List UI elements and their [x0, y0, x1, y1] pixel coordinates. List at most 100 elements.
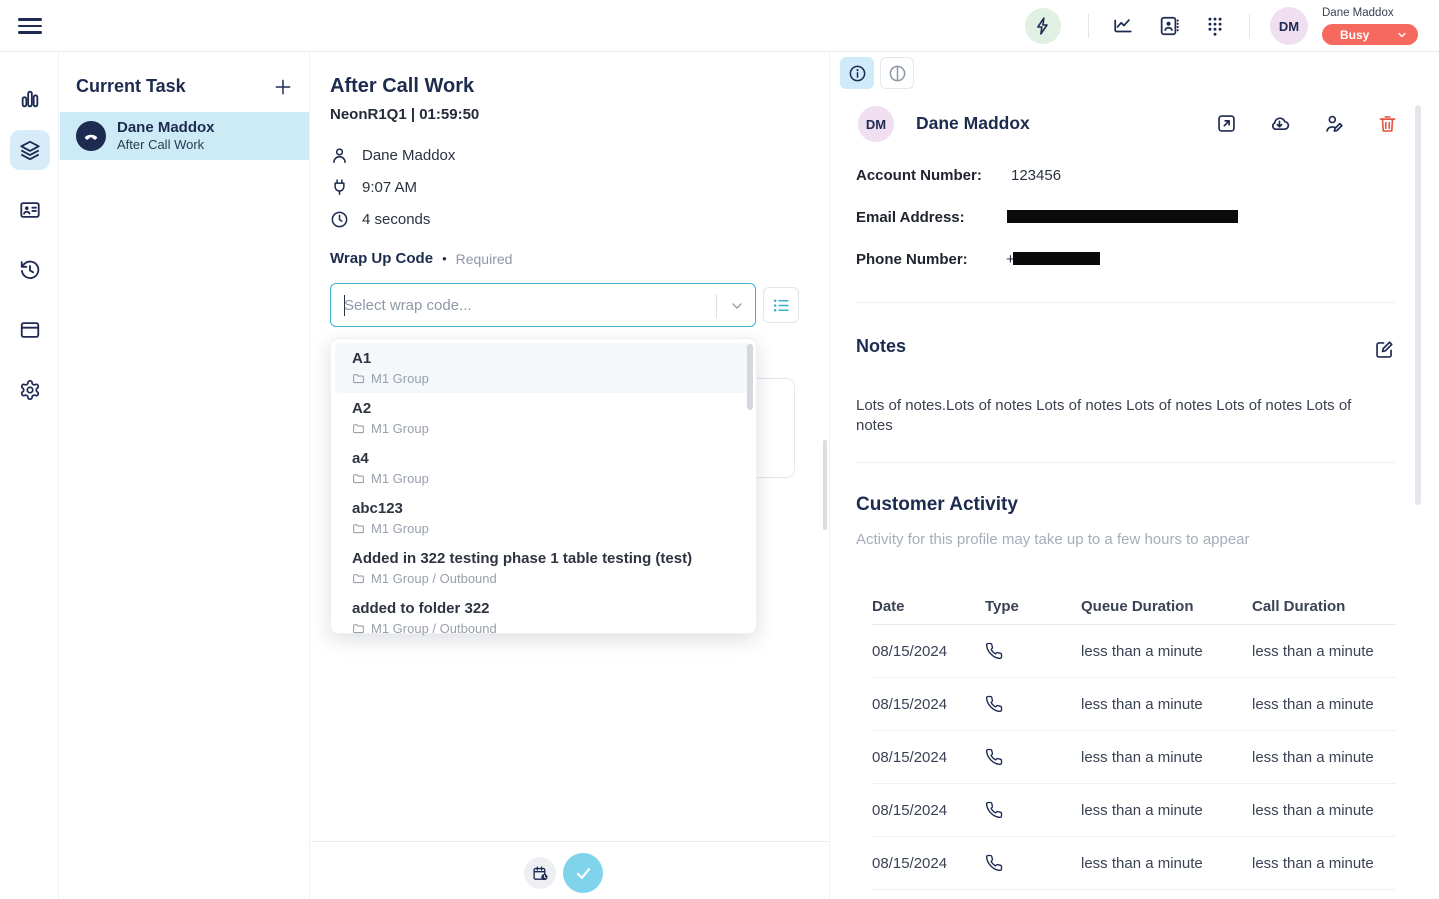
wrap-code-option[interactable]: Added in 322 testing phase 1 table testi…	[335, 543, 752, 593]
wrap-code-option[interactable]: A1 M1 Group	[335, 343, 752, 393]
task-detail-scrollbar[interactable]	[823, 440, 827, 530]
hamburger-menu-icon[interactable]	[18, 14, 42, 38]
option-group: M1 Group	[371, 421, 429, 436]
nav-contacts[interactable]	[10, 190, 50, 230]
chevron-down-icon[interactable]	[729, 298, 745, 314]
option-group: M1 Group	[371, 521, 429, 536]
activity-table-row[interactable]: 08/15/2024 less than a minute less than …	[872, 784, 1396, 837]
clock-icon	[330, 210, 349, 229]
activity-table-row[interactable]: 08/15/2024 less than a minute less than …	[872, 837, 1396, 890]
phone-icon	[985, 748, 1003, 766]
footer-divider	[311, 841, 829, 842]
option-code: added to folder 322	[352, 599, 735, 618]
topbar-divider	[1249, 14, 1250, 38]
wrap-code-select[interactable]	[330, 283, 756, 327]
column-date: Date	[872, 598, 985, 615]
customer-activity-subtitle: Activity for this profile may take up to…	[856, 531, 1250, 548]
user-avatar[interactable]: DM	[1270, 7, 1308, 45]
cell-date: 08/15/2024	[872, 696, 985, 713]
dropdown-scrollbar[interactable]	[747, 344, 753, 410]
cell-call-duration: less than a minute	[1252, 802, 1396, 819]
activity-table-row[interactable]: 08/15/2024 less than a minute less than …	[872, 625, 1396, 678]
tab-profile-info[interactable]	[840, 57, 874, 89]
profile-name: Dane Maddox	[916, 113, 1030, 134]
wrap-up-code-label: Wrap Up Code	[330, 250, 433, 267]
current-task-title: Current Task	[76, 76, 186, 97]
option-code: a4	[352, 449, 735, 468]
nav-browser[interactable]	[10, 310, 50, 350]
contact-book-icon[interactable]	[1158, 15, 1180, 37]
cell-date: 08/15/2024	[872, 643, 985, 660]
activity-table-row[interactable]: 08/15/2024 less than a minute less than …	[872, 731, 1396, 784]
task-contact-name: Dane Maddox	[117, 119, 215, 136]
folder-icon	[352, 522, 365, 535]
task-avatar	[76, 121, 106, 151]
edit-note-icon[interactable]	[1374, 339, 1395, 360]
browse-wrap-codes-button[interactable]	[763, 287, 799, 323]
nav-settings[interactable]	[10, 370, 50, 410]
account-number-label: Account Number:	[856, 167, 982, 184]
cell-queue-duration: less than a minute	[1081, 855, 1252, 872]
task-detail-panel: After Call Work NeonR1Q1 | 01:59:50 Dane…	[311, 53, 830, 899]
tab-split-view[interactable]	[880, 57, 914, 89]
schedule-callback-button[interactable]	[524, 857, 556, 889]
phone-hangup-icon	[82, 127, 100, 145]
wrap-code-dropdown: A1 M1 Group A2 M1 Group a4 M1 Group abc1…	[330, 338, 757, 634]
status-dropdown[interactable]: Busy	[1322, 24, 1418, 45]
task-start-time: 9:07 AM	[362, 179, 417, 196]
column-type: Type	[985, 598, 1081, 615]
dialpad-icon[interactable]	[1204, 15, 1226, 37]
phone-icon	[985, 801, 1003, 819]
folder-icon	[352, 372, 365, 385]
user-name: Dane Maddox	[1322, 7, 1394, 19]
required-label: Required	[456, 251, 513, 267]
trash-icon[interactable]	[1377, 113, 1398, 134]
edit-contact-icon[interactable]	[1324, 113, 1345, 134]
cloud-download-icon[interactable]	[1269, 113, 1290, 134]
folder-icon	[352, 622, 365, 635]
topbar: DM Dane Maddox Busy	[0, 0, 1439, 52]
add-task-button[interactable]	[273, 77, 293, 97]
nav-history[interactable]	[10, 250, 50, 290]
cell-date: 08/15/2024	[872, 802, 985, 819]
email-label: Email Address:	[856, 209, 965, 226]
status-label: Busy	[1340, 28, 1369, 42]
select-divider	[716, 294, 717, 318]
analytics-icon	[19, 88, 41, 110]
required-bullet: •	[442, 251, 447, 266]
task-duration-row: 4 seconds	[330, 210, 430, 229]
history-icon	[19, 259, 41, 281]
wrap-code-option[interactable]: A2 M1 Group	[335, 393, 752, 443]
cell-queue-duration: less than a minute	[1081, 749, 1252, 766]
notes-content: Lots of notes.Lots of notes Lots of note…	[856, 396, 1389, 436]
window-icon	[19, 319, 41, 341]
wrap-up-label-row: Wrap Up Code • Required	[330, 250, 512, 267]
wrap-code-option[interactable]: a4 M1 Group	[335, 443, 752, 493]
power-dialer-button[interactable]	[1025, 8, 1061, 44]
wrap-code-option[interactable]: abc123 M1 Group	[335, 493, 752, 543]
notes-title: Notes	[856, 336, 906, 357]
nav-tasks[interactable]	[10, 130, 50, 170]
wrap-code-option[interactable]: added to folder 322 M1 Group / Outbound	[335, 593, 752, 643]
activity-table-row[interactable]: 08/15/2024 less than a minute less than …	[872, 678, 1396, 731]
chevron-down-icon	[1396, 29, 1408, 41]
external-link-icon[interactable]	[1216, 113, 1237, 134]
nav-analytics[interactable]	[10, 79, 50, 119]
complete-task-button[interactable]	[563, 853, 603, 893]
section-divider	[856, 462, 1396, 463]
option-code: Added in 322 testing phase 1 table testi…	[352, 549, 735, 568]
phone-icon	[985, 854, 1003, 872]
cell-queue-duration: less than a minute	[1081, 802, 1252, 819]
option-code: A2	[352, 399, 735, 418]
lightning-icon	[1033, 16, 1053, 36]
cell-queue-duration: less than a minute	[1081, 643, 1252, 660]
contact-card-icon	[19, 199, 41, 221]
line-chart-icon[interactable]	[1112, 15, 1134, 37]
cell-queue-duration: less than a minute	[1081, 696, 1252, 713]
profile-scrollbar[interactable]	[1415, 105, 1421, 505]
folder-icon	[352, 572, 365, 585]
wrap-code-input[interactable]	[344, 284, 634, 326]
current-task-panel: Current Task Dane Maddox After Call Work	[60, 53, 310, 899]
task-list-item[interactable]: Dane Maddox After Call Work	[60, 112, 309, 160]
cell-call-duration: less than a minute	[1252, 749, 1396, 766]
